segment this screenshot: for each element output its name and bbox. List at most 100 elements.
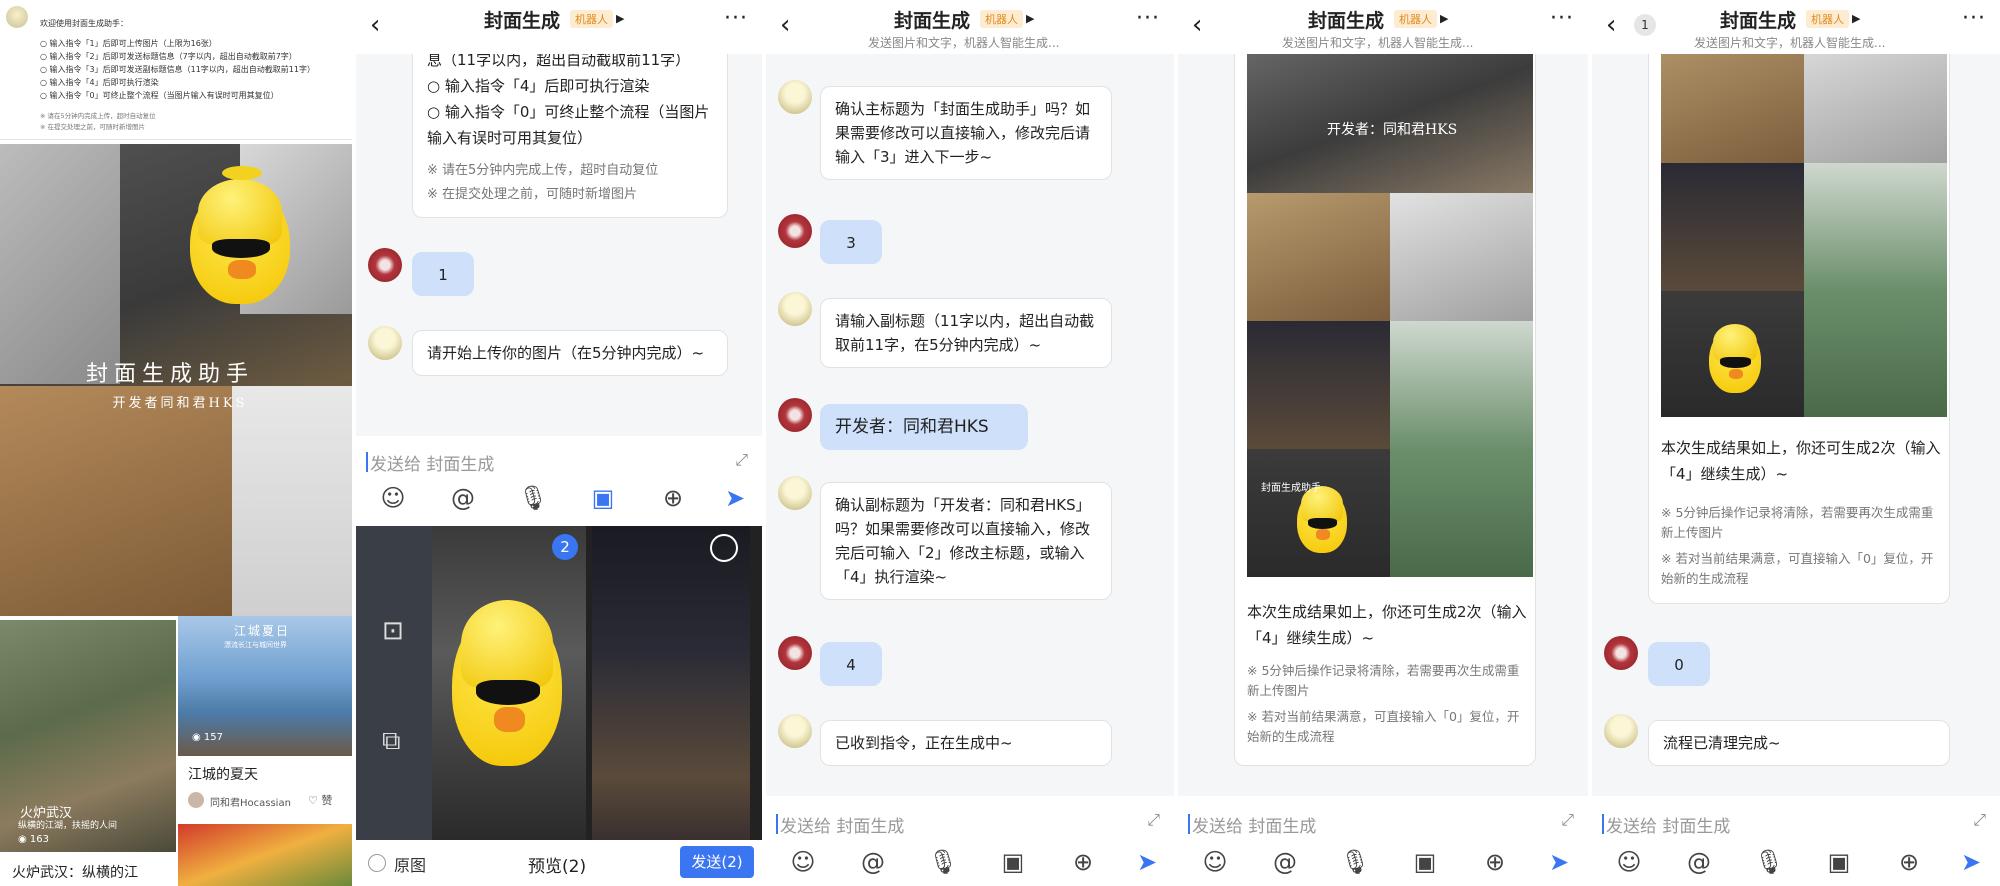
guide-option-0: ○ 输入指令「0」可终止整个流程（当图片输入有误时可用其复位） (427, 103, 710, 147)
bot-avatar (368, 326, 402, 360)
mention-icon[interactable]: @ (1270, 848, 1300, 876)
microphone-icon[interactable]: 🎙 (518, 484, 548, 512)
image-icon[interactable]: ▣ (588, 484, 618, 512)
expand-icon[interactable]: ⤢ (1147, 810, 1160, 830)
back-arrow-icon[interactable]: ‹ (1606, 12, 1616, 38)
back-arrow-icon[interactable]: ‹ (1192, 12, 1202, 38)
send-icon[interactable]: ➤ (1544, 848, 1574, 876)
chat-title: 封面生成 (484, 10, 561, 32)
result-image-collage[interactable] (1661, 21, 1947, 417)
selection-circle[interactable] (710, 534, 738, 562)
emoji-icon[interactable]: ☺ (1200, 848, 1230, 876)
expand-icon[interactable]: ⤢ (1561, 810, 1574, 830)
guide-line: ○ 输入指令「1」后即可上传图片（上限为16张） (40, 39, 217, 48)
message-input[interactable]: 发送给 封面生成 (1187, 812, 1316, 837)
guide-message-image[interactable]: 欢迎使用封面生成助手： ○ 输入指令「1」后即可上传图片（上限为16张） ○ 输… (0, 0, 352, 140)
add-icon[interactable]: ⊕ (1480, 848, 1510, 876)
user-avatar (778, 214, 812, 248)
picker-bottom-bar: 原图 预览(2) 发送(2) (356, 840, 762, 886)
caret-right-icon[interactable]: ▶ (1026, 12, 1034, 25)
message-input[interactable]: 发送给 封面生成 (775, 812, 904, 837)
bot-badge: 机器人 (1394, 10, 1437, 28)
user-avatar (778, 636, 812, 670)
feed-card-summer[interactable]: 江城夏日 漂流长江与城间世界 ◉ 157 江城的夏天 同和君Hocassian … (178, 616, 352, 816)
emoji-icon[interactable]: ☺ (1614, 848, 1644, 876)
result-note-2: ※ 若对当前结果满意，可直接输入「0」复位，开始新的生成流程 (1661, 551, 1934, 586)
card-title: 火炉武汉：纵横的江 (12, 865, 138, 881)
picker-photo-duck[interactable]: 2 (432, 526, 586, 840)
collage-tile-duck (1661, 291, 1804, 417)
mention-icon[interactable]: @ (1684, 848, 1714, 876)
album-icon[interactable]: ⧉ (382, 726, 401, 757)
result-card: 开发者：同和君HKS 封面生成助手 本次生成结果如上，你还可生成2次（输入「4」… (1234, 20, 1536, 766)
user-message: 开发者：同和君HKS (820, 404, 1028, 450)
bot-avatar (778, 714, 812, 748)
bot-guide-message: 息（11字以内，超出自动截取前11字） ○ 输入指令「4」后即可执行渲染 ○ 输… (412, 30, 728, 218)
bot-message: 流程已清理完成~ (1648, 720, 1950, 766)
mention-icon[interactable]: @ (858, 848, 888, 876)
guide-line: ○ 输入指令「2」后即可发送标题信息（7字以内，超出自动截取前7字） (40, 52, 297, 61)
message-input[interactable]: 发送给 封面生成 (1601, 812, 1730, 837)
send-icon[interactable]: ➤ (720, 484, 750, 512)
image-icon[interactable]: ▣ (1824, 848, 1854, 876)
chat-subtitle: 发送图片和文字，机器人智能生成... (1694, 36, 1886, 50)
propeller-shape (222, 166, 262, 180)
send-icon[interactable]: ➤ (1956, 848, 1986, 876)
more-options-icon[interactable]: ··· (1962, 6, 1986, 31)
duck-toy-image (452, 599, 562, 766)
user-message: 1 (412, 252, 474, 296)
card-views-count: 163 (29, 834, 49, 845)
picker-sidebar: ⊡ ⧉ (356, 526, 434, 840)
panel-reset-chat: 本次生成结果如上，你还可生成2次（输入「4」继续生成）~ ※ 5分钟后操作记录将… (1592, 0, 2000, 886)
caret-right-icon[interactable]: ▶ (1440, 12, 1448, 25)
more-options-icon[interactable]: ··· (1136, 6, 1160, 31)
microphone-icon[interactable]: 🎙 (928, 848, 958, 876)
selection-count-badge[interactable]: 2 (552, 534, 578, 560)
bot-badge: 机器人 (570, 10, 613, 28)
unread-count-badge[interactable]: 1 (1634, 14, 1656, 36)
caret-right-icon[interactable]: ▶ (1852, 12, 1860, 25)
add-icon[interactable]: ⊕ (1894, 848, 1924, 876)
collage-tile-plants (1804, 163, 1947, 417)
result-image-collage[interactable]: 封面生成助手 (1247, 193, 1533, 577)
back-arrow-icon[interactable]: ‹ (780, 12, 790, 38)
more-options-icon[interactable]: ··· (724, 6, 748, 31)
microphone-icon[interactable]: 🎙 (1754, 848, 1784, 876)
original-checkbox[interactable] (368, 854, 386, 872)
user-message: 0 (1648, 642, 1710, 686)
send-images-button[interactable]: 发送(2) (680, 846, 754, 878)
back-arrow-icon[interactable]: ‹ (370, 12, 380, 38)
preview-button[interactable]: 预览(2) (528, 852, 586, 877)
collage-tile-night (1247, 321, 1390, 449)
like-button[interactable]: ♡ 赞 (308, 792, 332, 808)
picker-photo-night[interactable] (592, 526, 750, 840)
emoji-icon[interactable]: ☺ (788, 848, 818, 876)
feed-card-wuhan[interactable]: 火炉武汉 纵横的江湖，扶摇的人间 ◉ 163 火炉武汉：纵横的江 (0, 620, 176, 886)
expand-icon[interactable]: ⤢ (1973, 810, 1986, 830)
image-icon[interactable]: ▣ (1410, 848, 1440, 876)
bot-avatar (778, 292, 812, 326)
send-icon[interactable]: ➤ (1132, 848, 1162, 876)
expand-icon[interactable]: ⤢ (735, 450, 748, 470)
microphone-icon[interactable]: 🎙 (1340, 848, 1370, 876)
camera-icon[interactable]: ⊡ (382, 616, 404, 646)
office-photo (0, 144, 120, 384)
bot-message: 确认主标题为「封面生成助手」吗？如果需要修改可以直接输入，修改完后请输入「3」进… (820, 86, 1112, 180)
caret-right-icon[interactable]: ▶ (616, 12, 624, 25)
emoji-icon[interactable]: ☺ (378, 484, 408, 512)
result-image-top[interactable]: 开发者：同和君HKS (1247, 41, 1533, 195)
chat-header: ‹ 封面生成 机器人 ▶ 发送图片和文字，机器人智能生成... ··· (766, 0, 1174, 54)
add-icon[interactable]: ⊕ (1068, 848, 1098, 876)
card-views-count: 157 (203, 732, 223, 743)
add-icon[interactable]: ⊕ (658, 484, 688, 512)
result-note-1: ※ 5分钟后操作记录将清除，若需要再次生成需重新上传图片 (1247, 663, 1520, 698)
original-label: 原图 (394, 856, 427, 875)
more-options-icon[interactable]: ··· (1550, 6, 1574, 31)
collage-tile-wall (1390, 193, 1533, 321)
message-input[interactable]: 发送给 封面生成 (365, 450, 494, 475)
feed-card-food-image[interactable] (178, 824, 352, 886)
input-bar: 发送给 封面生成 ⤢ ☺ @ 🎙 ▣ ⊕ ➤ (1178, 796, 1588, 886)
collage-tile-night (1661, 163, 1804, 291)
mention-icon[interactable]: @ (448, 484, 478, 512)
image-icon[interactable]: ▣ (998, 848, 1028, 876)
